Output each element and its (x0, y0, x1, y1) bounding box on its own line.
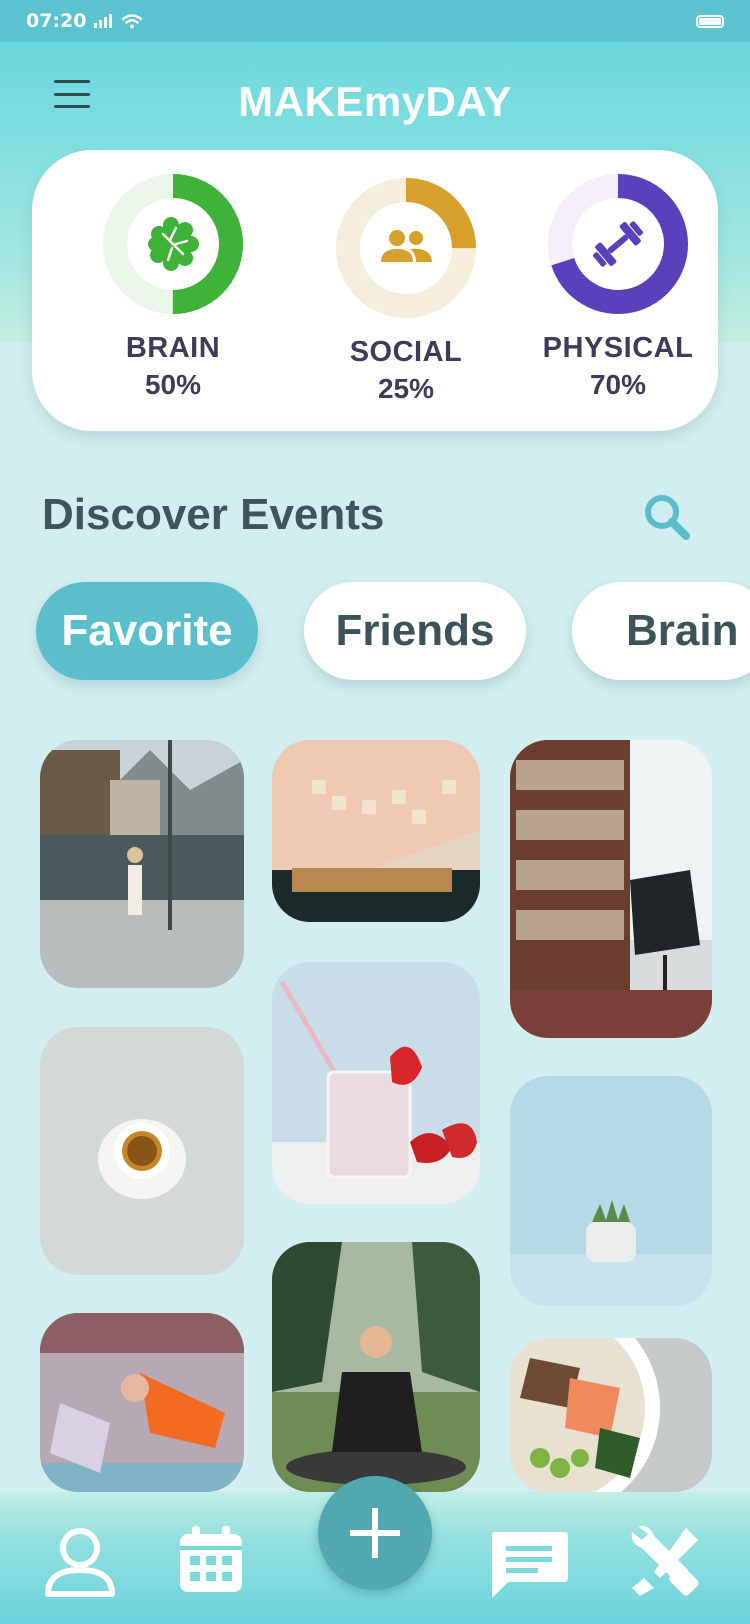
filter-chip-brain[interactable]: Brain (572, 582, 750, 680)
event-tile-espresso[interactable] (40, 1027, 244, 1275)
signal-icon (94, 14, 113, 28)
social-progress-ring (334, 176, 478, 320)
event-tile-milkshake[interactable] (272, 962, 480, 1204)
app-title: MAKEmyDAY (238, 78, 512, 125)
potted-succulent-photo (510, 1076, 712, 1306)
event-tile-outdoor-meditation[interactable] (272, 1242, 480, 1492)
group-yoga-class-photo (40, 1313, 244, 1492)
stat-social[interactable]: SOCIAL 25% (306, 176, 506, 405)
chat-icon[interactable] (488, 1530, 570, 1600)
status-time: 07:20 (26, 10, 87, 32)
section-title: Discover Events (42, 490, 385, 539)
brain-progress-ring (101, 172, 245, 316)
event-tile-group-yoga[interactable] (40, 1313, 244, 1492)
event-tile-library[interactable] (510, 740, 712, 1038)
wifi-icon (122, 13, 143, 28)
salmon-poke-bowl-photo (510, 1338, 712, 1492)
stat-social-percent: 25% (377, 373, 435, 404)
library-armchair-photo (510, 740, 712, 1038)
stat-physical[interactable]: PHYSICAL 70% (518, 172, 718, 401)
tools-icon[interactable] (628, 1522, 704, 1598)
stat-physical-percent: 70% (589, 369, 647, 400)
profile-icon[interactable] (42, 1526, 118, 1598)
search-icon[interactable] (640, 490, 696, 546)
brain-icon (148, 217, 199, 271)
filter-chip-favorite[interactable]: Favorite (36, 582, 258, 680)
dumbbell-icon (592, 221, 644, 267)
add-event-button[interactable] (318, 1476, 432, 1590)
calendar-icon[interactable] (178, 1524, 244, 1594)
physical-progress-ring (546, 172, 690, 316)
battery-icon (696, 14, 724, 28)
event-tile-scrabble[interactable] (272, 740, 480, 922)
espresso-cup-photo (40, 1027, 244, 1275)
stat-brain[interactable]: BRAIN 50% (73, 172, 273, 401)
add-icon (350, 1508, 400, 1558)
lakeside-town-photo (40, 740, 244, 988)
strawberry-milkshake-photo (272, 962, 480, 1204)
scrabble-board-photo (272, 740, 480, 922)
people-icon (381, 230, 432, 262)
outdoor-meditation-photo (272, 1242, 480, 1492)
event-tile-poke-bowl[interactable] (510, 1338, 712, 1492)
progress-card: BRAIN 50% SOCIAL 25% PHYSICAL 70% (32, 150, 718, 431)
stat-social-label: SOCIAL (349, 336, 463, 368)
status-bar: 07:20 (0, 0, 750, 42)
event-tile-lakeside-town[interactable] (40, 740, 244, 988)
stat-brain-percent: 50% (144, 369, 202, 400)
stat-brain-label: BRAIN (125, 332, 221, 364)
event-tile-succulent[interactable] (510, 1076, 712, 1306)
stat-physical-label: PHYSICAL (542, 332, 694, 364)
filter-chip-friends[interactable]: Friends (304, 582, 526, 680)
